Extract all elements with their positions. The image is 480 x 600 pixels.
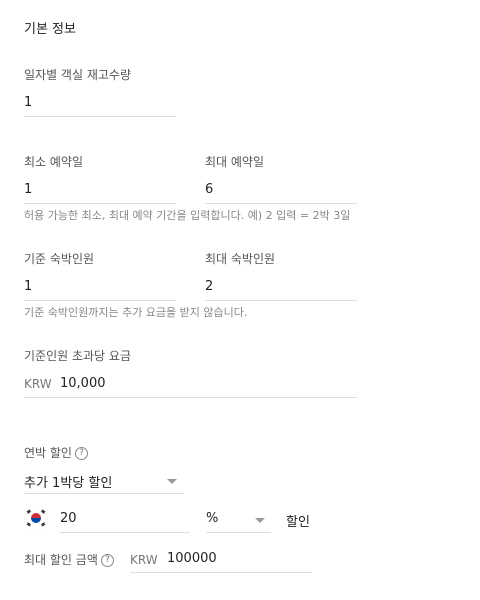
question-circle-icon[interactable]: ?	[100, 554, 114, 567]
guests-help: 기준 숙박인원까지는 추가 요금을 받지 않습니다.	[24, 306, 248, 319]
max-reservation-underline	[205, 203, 357, 204]
min-reservation-input[interactable]: 1	[24, 182, 32, 197]
chevron-down-icon	[167, 479, 177, 484]
max-guests-label: 최대 숙박인원	[205, 252, 276, 266]
extra-fee-input[interactable]: 10,000	[60, 376, 106, 391]
question-circle-icon[interactable]: ?	[74, 447, 88, 460]
discount-type-underline	[24, 493, 184, 494]
max-guests-underline	[205, 300, 357, 301]
max-discount-currency: KRW	[130, 553, 158, 567]
discount-unit-value: %	[206, 511, 219, 526]
korea-flag-icon	[24, 506, 48, 530]
max-discount-input[interactable]: 100000	[167, 551, 217, 566]
daily-stock-underline	[24, 116, 176, 117]
discount-type-value: 추가 1박당 할인	[24, 476, 113, 491]
max-reservation-input[interactable]: 6	[205, 182, 213, 197]
chevron-down-icon	[255, 518, 265, 523]
max-discount-label: 최대 할인 금액	[24, 553, 98, 567]
discount-unit-underline	[206, 532, 271, 533]
discount-type-select[interactable]: 추가 1박당 할인	[24, 470, 184, 494]
extra-fee-currency: KRW	[24, 377, 52, 391]
long-stay-discount-label: 연박 할인	[24, 446, 72, 460]
base-guests-input[interactable]: 1	[24, 279, 32, 294]
min-reservation-underline	[24, 203, 176, 204]
daily-stock-label: 일자별 객실 재고수량	[24, 68, 131, 82]
min-reservation-label: 최소 예약일	[24, 155, 84, 169]
long-stay-discount-label-wrap: 연박 할인?	[24, 444, 88, 461]
max-guests-input[interactable]: 2	[205, 279, 213, 294]
extra-fee-underline	[24, 397, 357, 398]
base-guests-label: 기준 숙박인원	[24, 252, 95, 266]
max-reservation-label: 최대 예약일	[205, 155, 265, 169]
base-guests-underline	[24, 300, 176, 301]
discount-unit-select[interactable]: %	[206, 508, 271, 532]
discount-value-input[interactable]: 20	[60, 511, 77, 526]
discount-suffix: 할인	[286, 515, 310, 530]
daily-stock-input[interactable]: 1	[24, 95, 32, 110]
extra-fee-label: 기준인원 초과당 요금	[24, 349, 131, 363]
discount-value-underline	[60, 532, 190, 533]
max-discount-label-wrap: 최대 할인 금액?	[24, 551, 114, 568]
section-title: 기본 정보	[24, 22, 76, 37]
reservation-help: 허용 가능한 최소, 최대 예약 기간을 입력합니다. 예) 2 입력 = 2박…	[24, 209, 351, 222]
max-discount-underline	[130, 572, 312, 573]
